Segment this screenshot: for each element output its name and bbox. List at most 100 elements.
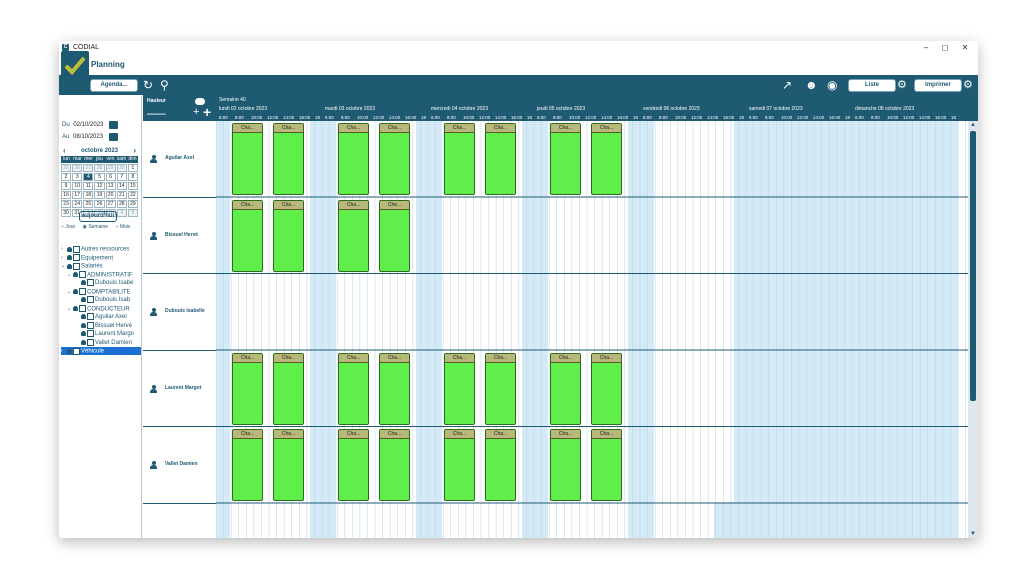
event-block[interactable]: Cha... [273, 199, 304, 272]
scroll-down-icon[interactable]: ▼ [968, 530, 978, 538]
users-icon[interactable]: ☻ [805, 79, 818, 91]
calendar-day[interactable]: 23 [61, 200, 72, 208]
tree-checkbox[interactable] [79, 271, 86, 278]
tree-item[interactable]: ⌄ Salariés [61, 262, 141, 270]
tree-checkbox[interactable] [87, 296, 94, 303]
du-field[interactable]: Du 02/10/2023 [62, 122, 103, 128]
calendar-day[interactable]: 6 [105, 173, 116, 181]
au-field[interactable]: Au 08/10/2023 [62, 134, 103, 140]
event-block[interactable]: Cha... [338, 199, 369, 272]
next-month-icon[interactable]: › [133, 146, 136, 156]
calendar-day[interactable]: 17 [72, 191, 83, 199]
liste-button[interactable]: Liste [848, 79, 896, 92]
event-block[interactable]: Cha... [232, 429, 263, 501]
timeline-grid[interactable]: Cha... Cha... Cha... Cha... Cha... Cha... Cha.… [216, 121, 968, 538]
calendar-day[interactable]: 12 [94, 182, 105, 190]
liste-settings-icon[interactable]: ⚙ [897, 79, 907, 91]
tree-checkbox[interactable] [73, 254, 80, 261]
au-value[interactable]: 08/10/2023 [73, 134, 103, 140]
search-icon[interactable]: ⚲ [160, 79, 169, 91]
event-block[interactable]: Cha... [232, 352, 263, 425]
calendar-day[interactable]: 18 [83, 191, 94, 199]
calendar-day[interactable]: 3 [72, 173, 83, 181]
calendar-day[interactable]: 26 [94, 200, 105, 208]
event-block[interactable]: Cha... [273, 123, 304, 195]
tree-item[interactable]: Laurent Margo [75, 330, 141, 338]
event-block[interactable]: Cha... [550, 352, 581, 425]
agenda-button[interactable]: Agenda... [90, 79, 138, 92]
calendar-day[interactable]: 7 [116, 173, 127, 181]
calendar-day[interactable]: 27 [105, 200, 116, 208]
tree-item[interactable]: Dubouis Isab [75, 296, 141, 304]
tree-checkbox[interactable] [79, 305, 86, 312]
tree-item[interactable]: › Autres ressources [61, 245, 141, 253]
calendar-day[interactable]: 28 [94, 164, 105, 172]
tree-item[interactable]: Bissuel Hervé [75, 321, 141, 330]
event-block[interactable]: Che... [379, 199, 410, 272]
scroll-up-icon[interactable]: ▲ [968, 121, 978, 129]
calendar-day[interactable]: 19 [94, 191, 105, 199]
radio-semaine[interactable]: ◉ Semaine [83, 224, 112, 230]
tree-checkbox[interactable] [73, 347, 80, 355]
event-block[interactable]: Cha... [444, 429, 475, 501]
calendar-day[interactable]: 8 [127, 173, 138, 181]
event-block[interactable]: Cha... [591, 429, 622, 501]
calendar-day[interactable]: 29 [105, 164, 116, 172]
calendar-day[interactable]: 13 [105, 182, 116, 190]
restore-icon[interactable]: ◻ [936, 42, 954, 54]
calendar-day[interactable]: 14 [116, 182, 127, 190]
calendar-day[interactable]: 30 [116, 164, 127, 172]
minimize-icon[interactable]: – [917, 42, 935, 54]
event-block[interactable]: Cha... [379, 123, 410, 195]
event-block[interactable]: Cha... [338, 352, 369, 425]
calendar-day[interactable]: 4 [116, 209, 127, 217]
radio-mois[interactable]: ○ Mois [115, 224, 133, 230]
du-calendar-icon[interactable] [109, 121, 118, 129]
calendar-day[interactable]: 9 [61, 182, 72, 190]
calendar-day[interactable]: 29 [127, 200, 138, 208]
tree-item[interactable]: › Véhicule [61, 347, 141, 355]
event-block[interactable]: Cha... [232, 123, 263, 195]
au-calendar-icon[interactable] [109, 133, 118, 141]
today-button[interactable]: aujourd'hui [79, 211, 117, 222]
chart-icon[interactable]: ↗ [782, 79, 792, 91]
calendar-day[interactable]: 21 [116, 191, 127, 199]
tree-checkbox[interactable] [73, 262, 80, 270]
event-block[interactable]: Cha... [485, 429, 516, 501]
calendar-day[interactable]: 16 [61, 191, 72, 199]
event-block[interactable]: Cha... [338, 429, 369, 501]
event-block[interactable]: Cha... [444, 123, 475, 195]
calendar-day[interactable]: 11 [83, 182, 94, 190]
tree-checkbox[interactable] [79, 288, 86, 295]
event-block[interactable]: Cha... [485, 352, 516, 425]
radio-jour[interactable]: ○ Jour [61, 224, 78, 230]
event-block[interactable]: Cha... [550, 123, 581, 195]
event-block[interactable]: Cha... [591, 123, 622, 195]
tree-item[interactable]: ⌄ CONDUCTEUR [67, 305, 141, 313]
tree-item[interactable]: Aguilar Axel [75, 313, 141, 321]
refresh-icon[interactable]: ↻ [143, 79, 153, 91]
calendar-day[interactable]: 5 [127, 209, 138, 217]
calendar-day[interactable]: 1 [127, 164, 138, 172]
calendar-day[interactable]: 30 [61, 209, 72, 217]
calendar-day[interactable]: 27 [83, 164, 94, 172]
event-block[interactable]: Cha... [485, 123, 516, 195]
imprimer-button[interactable]: Imprimer [914, 79, 962, 92]
event-block[interactable]: Cha... [444, 352, 475, 425]
calendar-day[interactable]: 20 [105, 191, 116, 199]
calendar-day[interactable]: 26 [72, 164, 83, 172]
tree-checkbox[interactable] [87, 313, 94, 320]
calendar-day[interactable]: 5 [94, 173, 105, 181]
prev-month-icon[interactable]: ‹ [63, 146, 66, 156]
decrease-height-icon[interactable]: — [147, 107, 159, 119]
du-value[interactable]: 02/10/2023 [73, 122, 103, 128]
tree-checkbox[interactable] [87, 330, 94, 337]
tree-item[interactable]: Dubouis Isabe [75, 279, 141, 287]
tree-item[interactable]: Vallet Damien [75, 338, 141, 347]
tree-item[interactable]: ⌄ COMPTABILITE [67, 288, 141, 296]
tree-checkbox[interactable] [87, 321, 94, 329]
event-block[interactable]: Cha... [338, 123, 369, 195]
event-block[interactable]: Cha... [379, 429, 410, 501]
calendar-day[interactable]: 4 [83, 173, 94, 181]
close-icon[interactable]: ✕ [956, 42, 974, 54]
